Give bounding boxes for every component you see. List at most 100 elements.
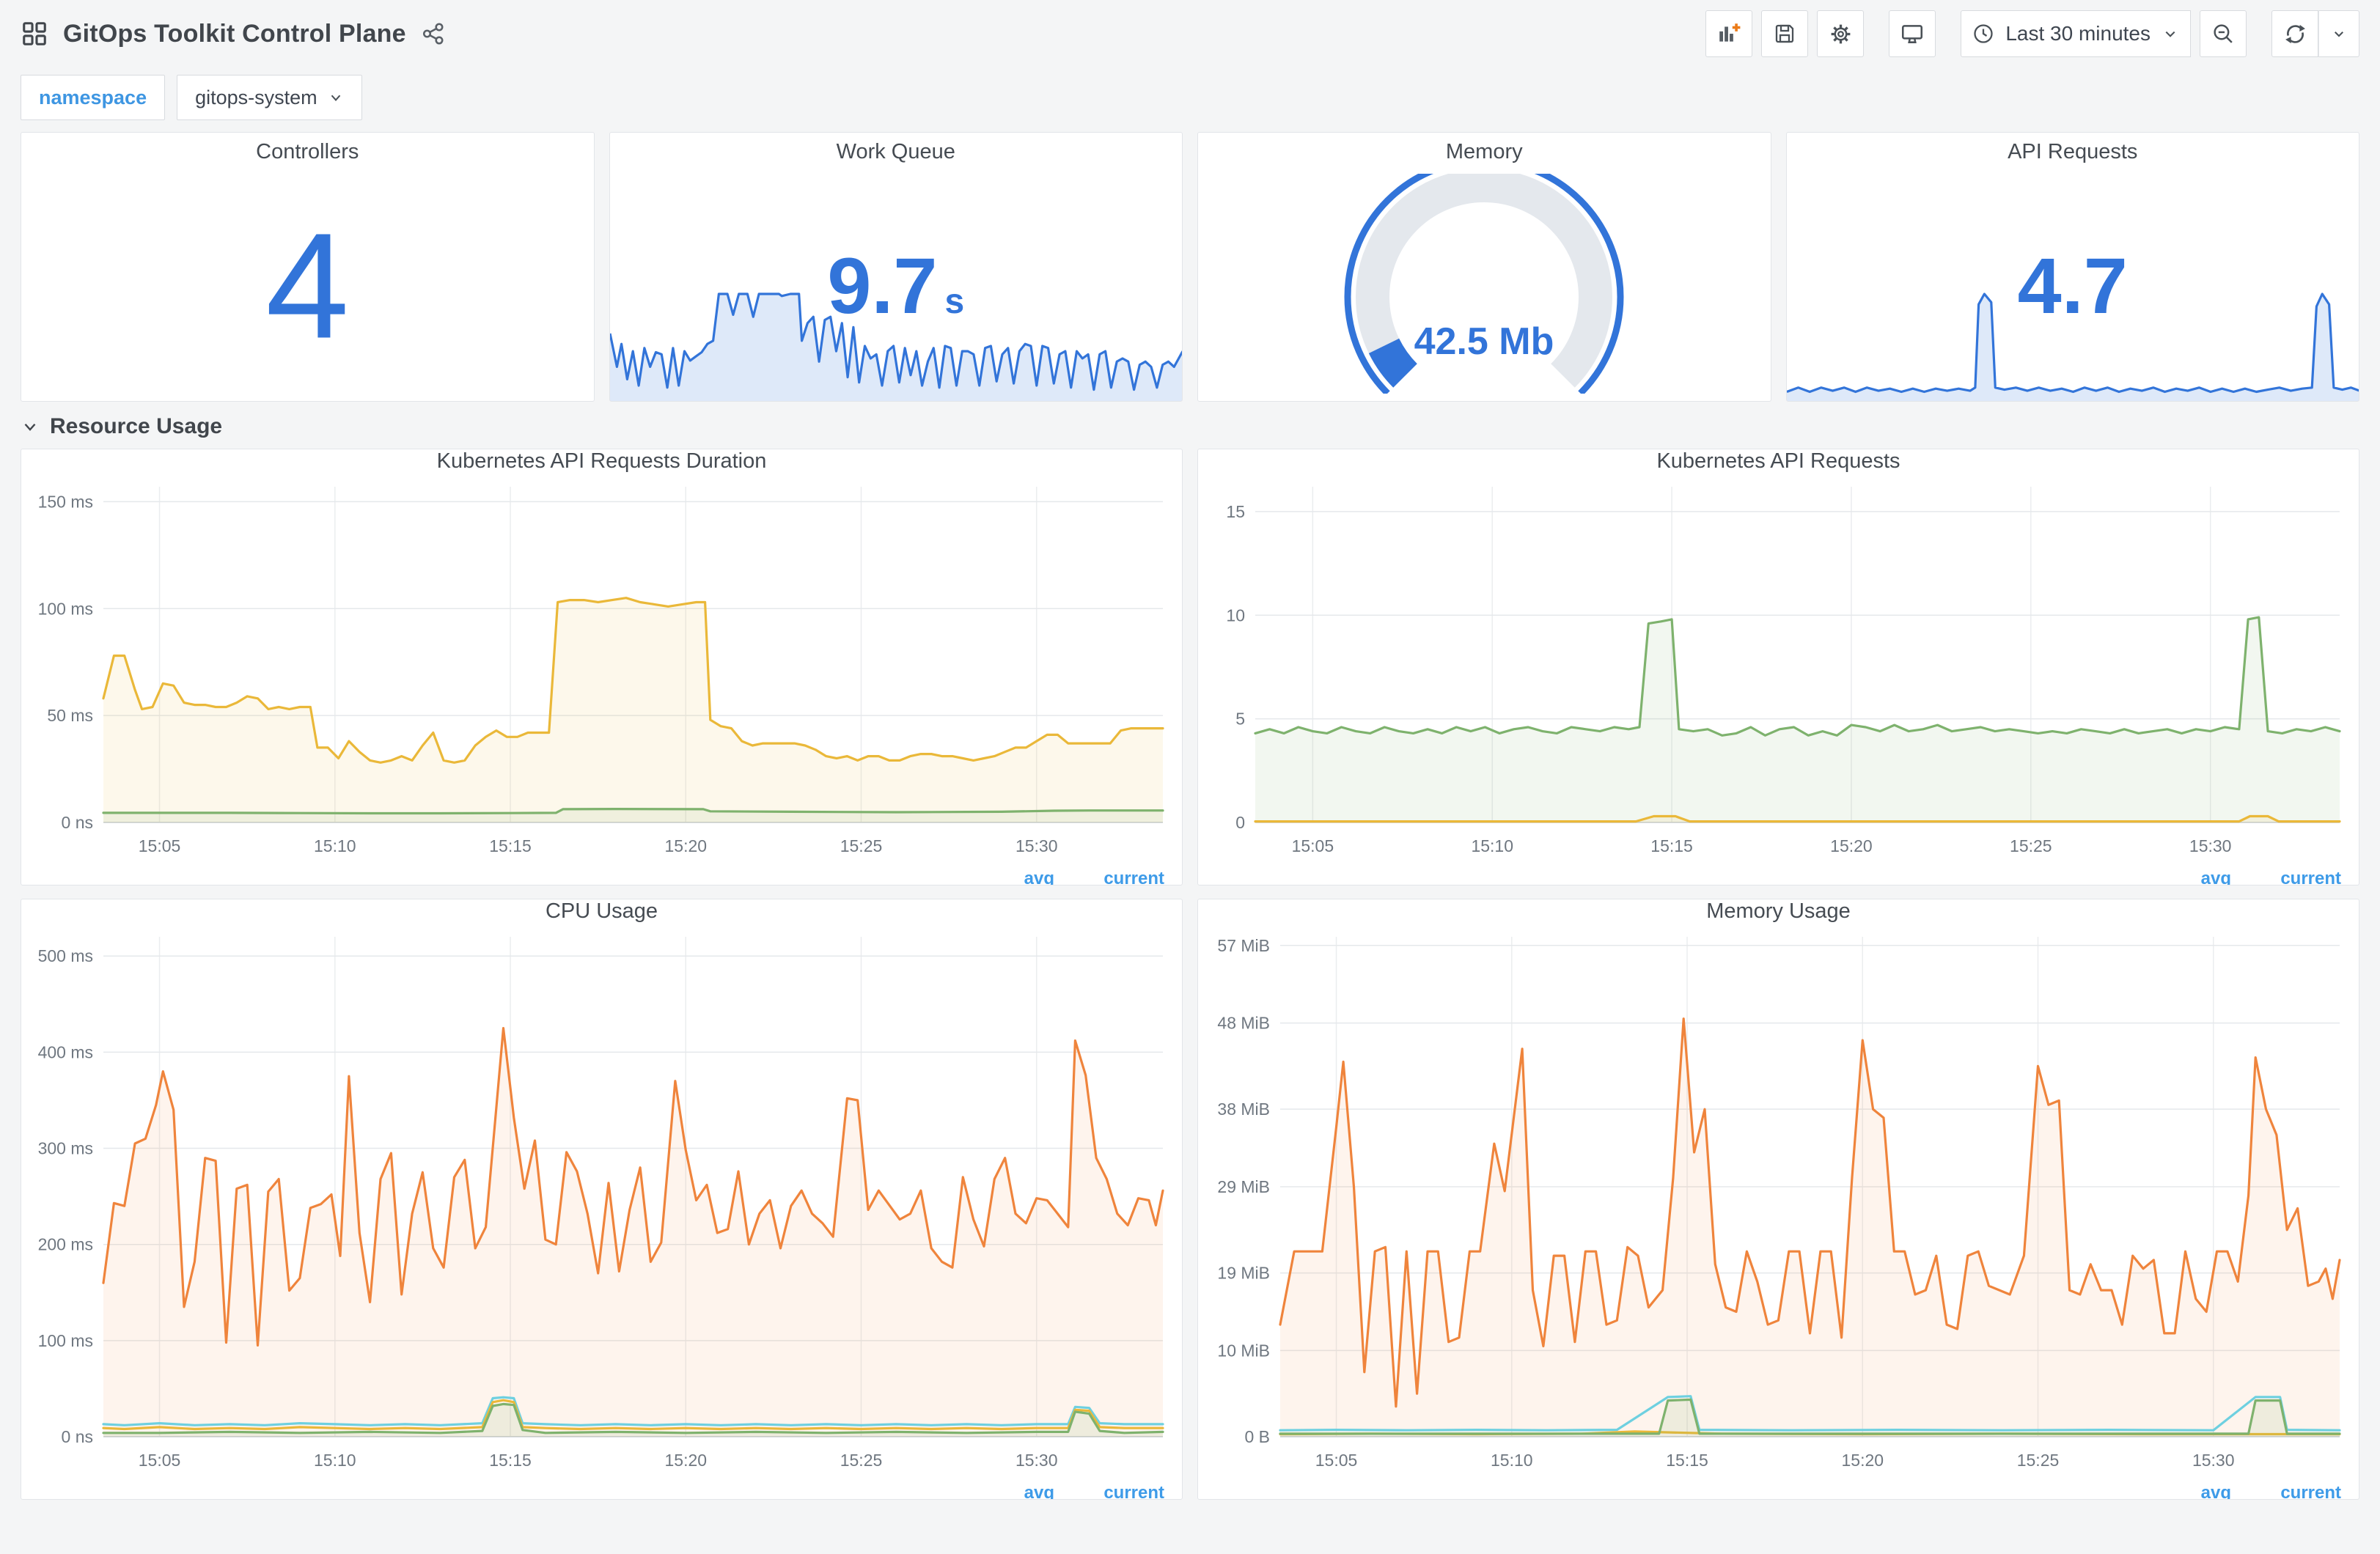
svg-text:38 MiB: 38 MiB [1217,1100,1270,1119]
svg-text:50 ms: 50 ms [47,706,93,725]
svg-text:15:20: 15:20 [664,836,707,855]
svg-text:10 MiB: 10 MiB [1217,1341,1270,1360]
panel-work-queue: Work Queue 9.7 s [609,132,1183,402]
k8s-api-requests-plot: 0 5 10 15 15:05 15:10 15:15 15:20 15:25 15:30 [1198,474,2359,866]
panel-title-controllers[interactable]: Controllers [21,133,594,171]
panel-title-memory-usage[interactable]: Memory Usage [1198,899,2359,924]
controllers-stat-value: 4 [265,202,350,370]
legend-sort-current[interactable]: current [2231,869,2341,885]
row-resource-usage[interactable]: Resource Usage [0,405,2380,449]
svg-text:0 ns: 0 ns [62,813,93,832]
panel-title-cpu-usage[interactable]: CPU Usage [21,899,1182,924]
svg-text:15:10: 15:10 [314,1451,356,1470]
svg-text:29 MiB: 29 MiB [1217,1177,1270,1196]
svg-text:0 B: 0 B [1244,1427,1270,1446]
legend-sort-current[interactable]: current [1054,869,1164,885]
work-queue-stat-unit: s [944,281,965,321]
panel-title-api-requests[interactable]: API Requests [1787,133,2359,171]
svg-text:100 ms: 100 ms [38,599,93,618]
svg-text:15:30: 15:30 [2189,836,2232,855]
svg-text:15: 15 [1226,502,1245,521]
panel-title-k8s-api-requests[interactable]: Kubernetes API Requests [1198,449,2359,474]
svg-text:10: 10 [1226,605,1245,625]
panel-k8s-api-requests-duration: Kubernetes API Requests Duration 0 ns 50 … [21,449,1183,885]
chevron-down-icon [2165,31,2175,37]
legend-sort-current[interactable]: current [1054,1483,1164,1499]
dashboard-title: GitOps Toolkit Control Plane [63,19,406,48]
k8s-api-requests-duration-legend: avgcurrentP505 ms5 msP9948 ms43 ms [21,866,1182,885]
chevron-down-icon [331,95,340,101]
dashboard-settings-button[interactable] [1817,10,1865,57]
legend-header: avg current [1198,866,2359,885]
k8s-api-requests-legend: avgcurrenttotal4.744.44errors0.010 [1198,866,2359,885]
svg-text:15:25: 15:25 [840,836,883,855]
cpu-usage-legend: avgcurrenthelm-controller-57f9b56bbf-k24… [21,1480,1182,1499]
svg-text:48 MiB: 48 MiB [1217,1014,1270,1033]
svg-text:15:25: 15:25 [2017,1451,2060,1470]
save-dashboard-button[interactable] [1761,10,1809,57]
svg-text:57 MiB: 57 MiB [1217,936,1270,955]
memory-usage-svg: 0 B 10 MiB 19 MiB 29 MiB 38 MiB 48 MiB 57 MiB 1… [1217,936,2341,1470]
svg-text:0: 0 [1235,813,1245,832]
panel-cpu-usage: CPU Usage 0 ns 100 ms 200 ms 300 ms 400 ms 50… [21,899,1183,1500]
cycle-view-mode-button[interactable] [1889,10,1936,57]
cpu-usage-svg: 0 ns 100 ms 200 ms 300 ms 400 ms 500 ms 15:05 1… [38,937,1164,1470]
svg-text:15:10: 15:10 [1491,1451,1533,1470]
time-range-label: Last 30 minutes [2005,22,2151,45]
legend-header: avg current [21,1480,1182,1499]
panel-title-memory[interactable]: Memory [1198,133,1771,171]
svg-text:15:05: 15:05 [1292,836,1334,855]
svg-text:15:30: 15:30 [1015,1451,1058,1470]
svg-text:15:25: 15:25 [2010,836,2052,855]
legend-sort-avg[interactable]: avg [959,1483,1054,1499]
svg-text:5: 5 [1235,710,1245,729]
gauge-svg: 42.5 Mb [1344,174,1624,394]
k8s-api-requests-svg: 0 5 10 15 15:05 15:10 15:15 15:20 15:25 15:30 [1226,487,2341,855]
refresh-interval-dropdown[interactable] [2318,10,2359,57]
svg-text:15:20: 15:20 [1830,836,1873,855]
svg-text:15:20: 15:20 [664,1451,707,1470]
legend-sort-avg[interactable]: avg [959,869,1054,885]
legend-header: avg current [21,866,1182,885]
svg-text:200 ms: 200 ms [38,1235,93,1254]
svg-text:15:25: 15:25 [840,1451,883,1470]
add-panel-button[interactable] [1705,10,1753,57]
svg-text:15:20: 15:20 [1841,1451,1884,1470]
svg-text:15:15: 15:15 [489,836,532,855]
svg-text:100 ms: 100 ms [38,1331,93,1350]
svg-text:15:30: 15:30 [2192,1451,2235,1470]
svg-text:0 ns: 0 ns [62,1427,93,1446]
k8s-api-requests-duration-plot: 0 ns 50 ms 100 ms 150 ms 15:05 15:10 15:15 15:2… [21,474,1182,866]
panel-k8s-api-requests: Kubernetes API Requests 0 5 10 15 15:05 15:10… [1197,449,2359,885]
variable-namespace-select[interactable]: gitops-system [177,75,362,120]
memory-usage-legend: avgcurrenthelm-controller-57f9b56bbf-k24… [1198,1480,2359,1499]
legend-sort-avg[interactable]: avg [2136,1483,2231,1499]
panel-api-requests: API Requests 4.7 [1785,132,2359,402]
svg-text:150 ms: 150 ms [38,492,93,511]
legend-header: avg current [1198,1480,2359,1499]
svg-text:15:05: 15:05 [139,1451,181,1470]
panel-memory-usage: Memory Usage 0 B 10 MiB 19 MiB 29 MiB 38 MiB… [1197,899,2359,1500]
panel-memory: Memory 42.5 Mb [1197,132,1771,402]
dashboard-grid-icon[interactable] [21,20,48,48]
refresh-dashboard-button[interactable] [2271,10,2318,57]
panel-title-k8s-api-requests-duration[interactable]: Kubernetes API Requests Duration [21,449,1182,474]
legend-sort-avg[interactable]: avg [2136,869,2231,885]
api-requests-stat-value: 4.7 [2017,240,2128,330]
cpu-usage-plot: 0 ns 100 ms 200 ms 300 ms 400 ms 500 ms 15:05 1… [21,924,1182,1480]
svg-text:15:10: 15:10 [1471,836,1513,855]
svg-text:15:15: 15:15 [489,1451,532,1470]
zoom-out-time-button[interactable] [2200,10,2247,57]
memory-usage-plot: 0 B 10 MiB 19 MiB 29 MiB 38 MiB 48 MiB 57 MiB 1… [1198,924,2359,1480]
time-range-picker[interactable]: Last 30 minutes [1961,10,2191,57]
memory-gauge: 42.5 Mb [1198,174,1771,394]
panel-title-work-queue[interactable]: Work Queue [610,133,1183,171]
legend-sort-current[interactable]: current [2231,1483,2341,1499]
svg-text:15:10: 15:10 [314,836,356,855]
chevron-down-icon [24,423,36,431]
share-icon[interactable] [421,21,446,46]
dashboard-variables-row: namespace gitops-system [0,67,2380,132]
svg-text:15:15: 15:15 [1650,836,1693,855]
dashboard-header: GitOps Toolkit Control Plane Last 30 min… [0,0,2380,67]
svg-text:300 ms: 300 ms [38,1139,93,1158]
